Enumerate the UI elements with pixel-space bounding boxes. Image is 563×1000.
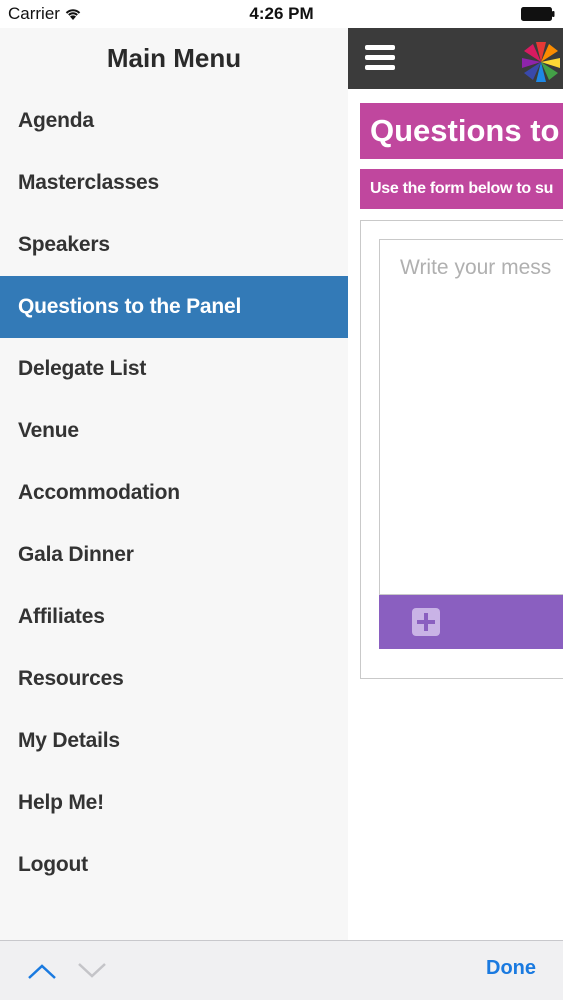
menu-list: Agenda Masterclasses Speakers Questions … [0, 90, 348, 896]
chevron-down-icon[interactable] [76, 961, 108, 981]
page-subtitle: Use the form below to su [360, 169, 563, 209]
message-input[interactable] [379, 239, 563, 595]
menu-item-affiliates[interactable]: Affiliates [0, 586, 348, 648]
battery-icon [521, 7, 555, 21]
screen: Carrier 4:26 PM Questions to Use the for… [0, 0, 563, 1000]
menu-item-masterclasses[interactable]: Masterclasses [0, 152, 348, 214]
menu-title: Main Menu [106, 43, 242, 73]
menu-item-help-me[interactable]: Help Me! [0, 772, 348, 834]
question-form [360, 220, 563, 679]
status-time: 4:26 PM [249, 4, 314, 23]
menu-item-speakers[interactable]: Speakers [0, 214, 348, 276]
menu-item-delegate-list[interactable]: Delegate List [0, 338, 348, 400]
side-menu: Main Menu Agenda Masterclasses Speakers … [0, 26, 348, 940]
page-title: Questions to [360, 103, 563, 159]
menu-item-questions-to-the-panel[interactable]: Questions to the Panel [0, 276, 348, 338]
hamburger-menu-icon[interactable] [365, 45, 395, 71]
chevron-up-icon[interactable] [26, 961, 58, 981]
logo-icon [522, 42, 560, 82]
menu-item-gala-dinner[interactable]: Gala Dinner [0, 524, 348, 586]
menu-item-resources[interactable]: Resources [0, 648, 348, 710]
menu-item-logout[interactable]: Logout [0, 834, 348, 896]
done-button[interactable]: Done [486, 957, 536, 980]
menu-item-agenda[interactable]: Agenda [0, 90, 348, 152]
app-header [348, 28, 563, 89]
menu-item-venue[interactable]: Venue [0, 400, 348, 462]
status-bar: Carrier 4:26 PM [0, 0, 563, 28]
keyboard-accessory-bar: Done [0, 940, 563, 1000]
add-button[interactable] [379, 595, 563, 649]
main-content: Questions to Use the form below to su [348, 28, 563, 940]
plus-square-icon [412, 608, 440, 636]
menu-item-my-details[interactable]: My Details [0, 710, 348, 772]
menu-item-accommodation[interactable]: Accommodation [0, 462, 348, 524]
